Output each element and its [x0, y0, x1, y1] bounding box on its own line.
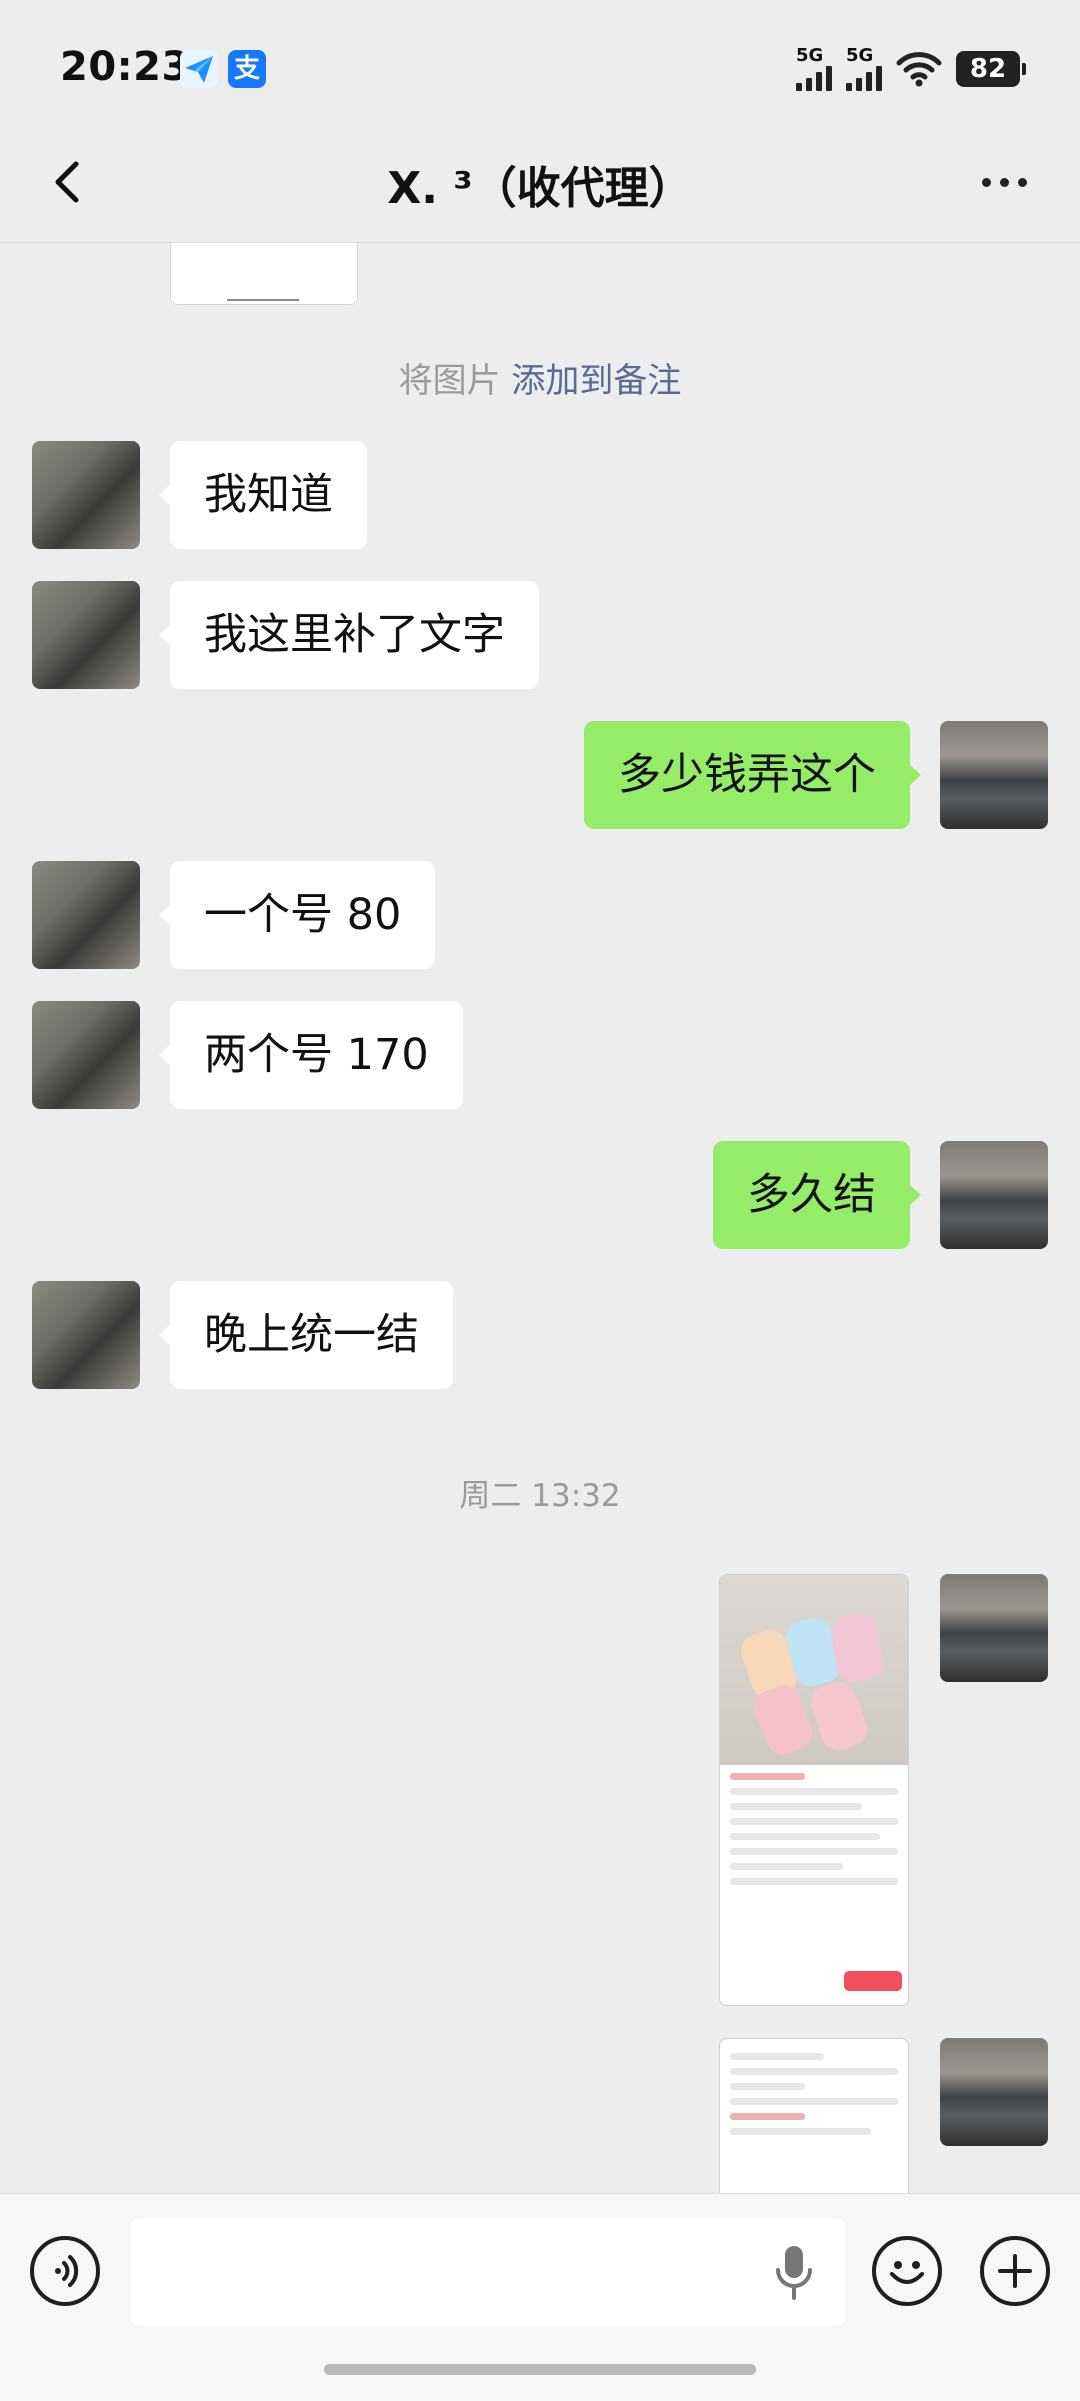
voice-icon [55, 2255, 79, 2287]
send-app-icon [180, 50, 218, 88]
system-note-text: 将图片 [398, 361, 501, 401]
alipay-icon: 支 [228, 50, 266, 88]
incoming-message[interactable]: 一个号 80 [158, 861, 436, 969]
my-avatar[interactable] [940, 721, 1048, 829]
more-actions-button[interactable] [980, 2236, 1050, 2306]
peer-avatar[interactable] [32, 1281, 140, 1389]
input-bar [0, 2193, 1080, 2401]
image-message[interactable] [719, 2038, 909, 2193]
network-type-2: 5G [846, 45, 874, 66]
microphone-icon[interactable] [770, 2242, 818, 2302]
message-input[interactable] [130, 2218, 846, 2326]
system-note: 将图片 添加到备注 [0, 353, 1080, 402]
battery-icon: 82 [956, 51, 1026, 87]
chat-header: X. ³（收代理） [0, 120, 1080, 243]
more-dot-icon [981, 177, 991, 187]
plus-icon [998, 2254, 1032, 2288]
emoji-button[interactable] [872, 2236, 942, 2306]
more-dot-icon [1017, 177, 1027, 187]
incoming-message[interactable]: 我这里补了文字 [159, 581, 539, 689]
peer-avatar[interactable] [32, 861, 140, 969]
incoming-message[interactable]: 我知道 [159, 441, 367, 549]
incoming-message[interactable]: 晚上统一结 [159, 1281, 453, 1389]
battery-level: 82 [969, 54, 1007, 84]
image-thumbnail [720, 1575, 908, 1765]
my-avatar[interactable] [940, 1574, 1048, 1682]
home-indicator[interactable] [324, 2364, 756, 2375]
previous-message-card[interactable] [170, 243, 358, 305]
image-message[interactable] [719, 1574, 909, 2006]
network-type-1: 5G [796, 45, 824, 66]
wifi-icon [896, 52, 942, 87]
signal-2-icon: 5G [846, 47, 882, 91]
status-bar: 20:23 支 5G 5G 82 [0, 0, 1080, 130]
my-avatar[interactable] [940, 2038, 1048, 2146]
alipay-glyph: 支 [233, 54, 260, 84]
peer-avatar[interactable] [32, 581, 140, 689]
add-to-remark-link[interactable]: 添加到备注 [511, 361, 681, 401]
signal-1-icon: 5G [796, 47, 832, 91]
message-timestamp: 周二 13:32 [459, 1478, 621, 1514]
peer-avatar[interactable] [32, 1001, 140, 1109]
voice-mode-button[interactable] [30, 2236, 100, 2306]
more-options-button[interactable] [964, 150, 1044, 214]
emoji-icon [890, 2261, 924, 2284]
more-dot-icon [999, 177, 1009, 187]
incoming-message[interactable]: 两个号 170 [159, 1001, 463, 1109]
peer-avatar[interactable] [32, 441, 140, 549]
outgoing-message[interactable]: 多久结 [713, 1141, 921, 1249]
message-list[interactable]: 将图片 添加到备注 我知道 我这里补了文字 多少钱弄这个 一个号 80 两个号 … [0, 243, 1080, 2193]
outgoing-message[interactable]: 多少钱弄这个 [584, 721, 921, 829]
status-time: 20:23 [60, 44, 190, 90]
page-title: X. ³（收代理） [387, 163, 693, 214]
my-avatar[interactable] [940, 1141, 1048, 1249]
